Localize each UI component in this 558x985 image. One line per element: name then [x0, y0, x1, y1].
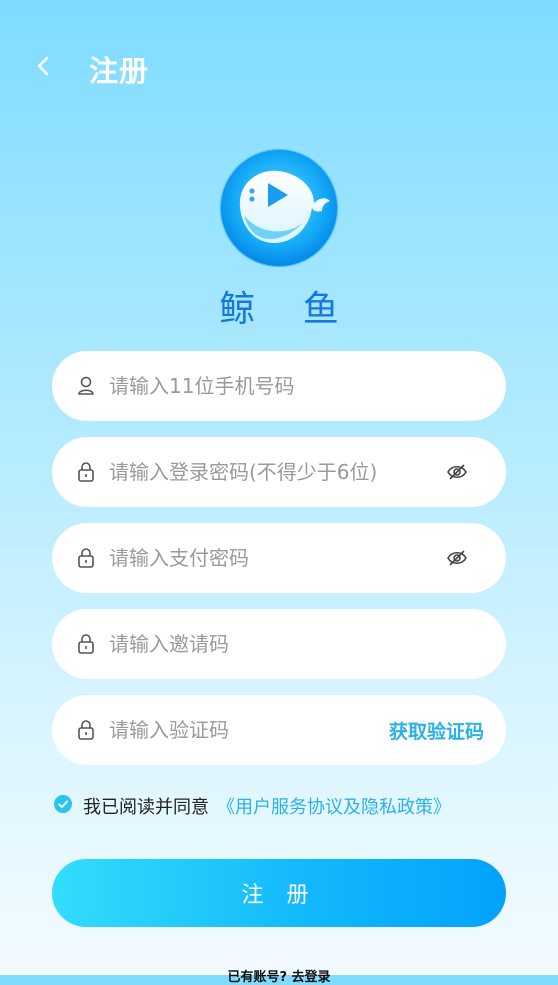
login-link[interactable]: 已有账号? 去登录 [0, 966, 558, 985]
agreement-text: 我已阅读并同意 [83, 797, 209, 818]
password-field [52, 437, 506, 507]
password-input[interactable] [109, 451, 419, 493]
lock-icon [78, 720, 94, 740]
agree-checkbox[interactable] [54, 795, 72, 813]
invite-field [52, 609, 506, 679]
header: 注册 [0, 38, 558, 98]
eye-off-icon[interactable] [446, 548, 468, 568]
code-field: 获取验证码 [52, 695, 506, 765]
user-icon [78, 376, 94, 395]
get-code-button[interactable]: 获取验证码 [389, 717, 484, 744]
page-title: 注册 [89, 54, 150, 88]
register-button[interactable]: 注 册 [52, 859, 506, 927]
phone-input[interactable] [109, 365, 419, 407]
invite-input[interactable] [109, 623, 419, 665]
whale-logo [219, 148, 339, 268]
agreement-link[interactable]: 《用户服务协议及隐私政策》 [217, 793, 451, 819]
lock-icon [78, 548, 94, 568]
brand-name: 鲸 鱼 [219, 289, 357, 330]
back-arrow-icon[interactable] [30, 52, 58, 80]
pay-password-field [52, 523, 506, 593]
code-input[interactable] [109, 709, 359, 751]
lock-icon [78, 462, 94, 482]
eye-off-icon[interactable] [446, 462, 468, 482]
lock-icon [78, 634, 94, 654]
phone-field [52, 351, 506, 421]
check-icon [58, 800, 68, 808]
pay-password-input[interactable] [109, 537, 419, 579]
